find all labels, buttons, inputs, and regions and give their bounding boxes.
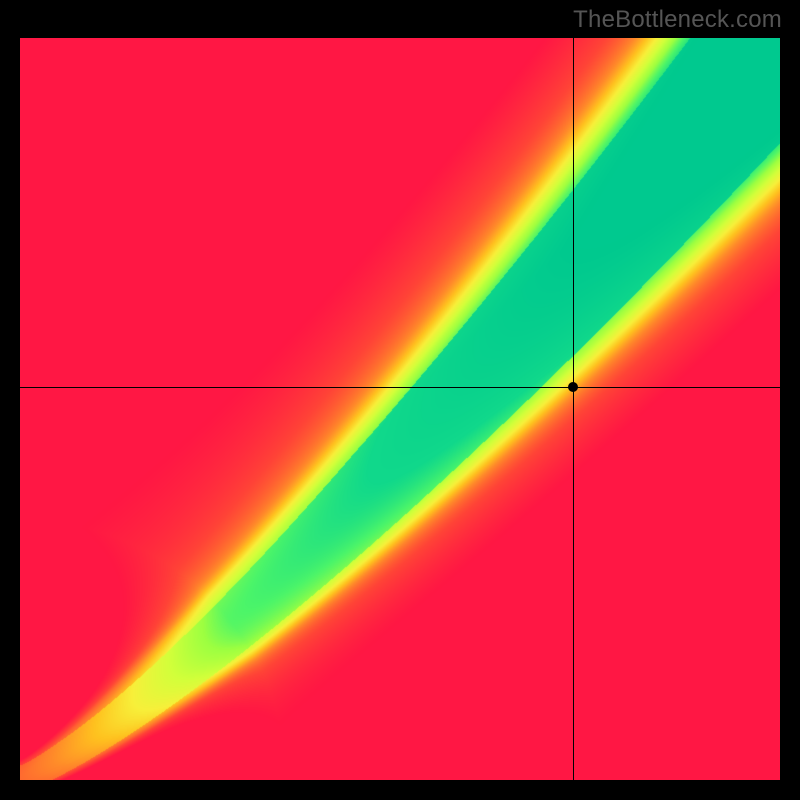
selection-marker: [568, 382, 578, 392]
crosshair-vertical: [573, 38, 574, 780]
chart-container: TheBottleneck.com: [0, 0, 800, 800]
heatmap-canvas: [20, 38, 780, 780]
heatmap-plot: [20, 38, 780, 780]
watermark-label: TheBottleneck.com: [573, 6, 782, 34]
crosshair-horizontal: [20, 387, 780, 388]
